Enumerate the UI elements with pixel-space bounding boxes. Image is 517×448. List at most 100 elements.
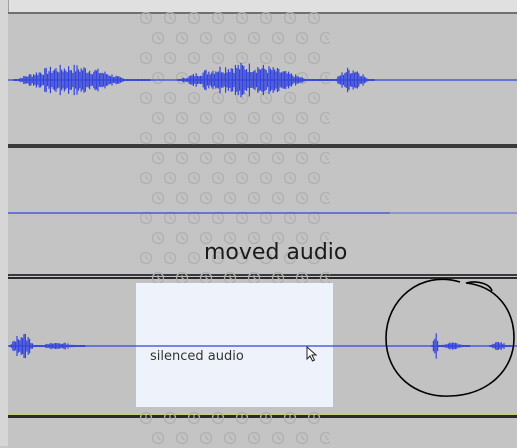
- clock-watermark-icon: [271, 31, 285, 45]
- clock-watermark-icon: [175, 111, 189, 125]
- clock-watermark-icon: [235, 411, 249, 425]
- clock-watermark-icon: [223, 431, 237, 445]
- clock-watermark-icon: [283, 12, 297, 25]
- clock-watermark-icon: [187, 12, 201, 25]
- clock-watermark-icon: [307, 211, 321, 225]
- clock-watermark-icon: [235, 131, 249, 145]
- clock-watermark-icon: [163, 211, 177, 225]
- clock-watermark-icon: [319, 111, 330, 125]
- clock-watermark-icon: [211, 411, 225, 425]
- clock-watermark-icon: [163, 251, 177, 265]
- clock-watermark-icon: [307, 91, 321, 105]
- clock-watermark-icon: [295, 111, 309, 125]
- clock-watermark-icon: [259, 91, 273, 105]
- clock-watermark-icon: [175, 31, 189, 45]
- clock-watermark-icon: [271, 191, 285, 205]
- clock-watermark-icon: [319, 31, 330, 45]
- clock-watermark-icon: [223, 71, 237, 85]
- clock-watermark-icon: [139, 251, 153, 265]
- clock-watermark-icon: [247, 31, 261, 45]
- clock-watermark-icon: [259, 51, 273, 65]
- clock-watermark-icon: [295, 191, 309, 205]
- clock-watermark-icon: [235, 51, 249, 65]
- clock-watermark-icon: [283, 411, 297, 425]
- clock-watermark-icon: [151, 191, 165, 205]
- clock-watermark-icon: [163, 12, 177, 25]
- clock-watermark-icon: [199, 71, 213, 85]
- clock-watermark-icon: [259, 411, 273, 425]
- clock-watermark-icon: [295, 31, 309, 45]
- clock-watermark-icon: [139, 411, 153, 425]
- clock-watermark-icon: [139, 211, 153, 225]
- clock-watermark-icon: [175, 271, 189, 285]
- clock-watermark-icon: [271, 151, 285, 165]
- clock-watermark-icon: [151, 111, 165, 125]
- clock-watermark-icon: [211, 51, 225, 65]
- clock-watermark-icon: [199, 111, 213, 125]
- clock-watermark-icon: [283, 51, 297, 65]
- clock-watermark-icon: [163, 91, 177, 105]
- moved-audio-label: moved audio: [204, 240, 348, 265]
- clock-watermark-icon: [271, 271, 285, 285]
- clock-watermark-icon: [163, 171, 177, 185]
- clock-watermark-icon: [187, 51, 201, 65]
- clock-watermark-icon: [319, 71, 330, 85]
- clock-watermark-icon: [259, 211, 273, 225]
- clock-watermark-icon: [247, 111, 261, 125]
- clock-watermark-icon: [247, 151, 261, 165]
- clock-watermark-icon: [199, 31, 213, 45]
- clock-watermark-icon: [187, 251, 201, 265]
- clock-watermark-icon: [151, 431, 165, 445]
- clock-watermark-icon: [259, 171, 273, 185]
- clock-watermark-icon: [235, 12, 249, 25]
- clock-watermark-icon: [199, 431, 213, 445]
- clock-watermark-icon: [283, 171, 297, 185]
- silenced-audio-label: silenced audio: [150, 349, 244, 364]
- clock-watermark-icon: [319, 191, 330, 205]
- clock-watermark-icon: [163, 131, 177, 145]
- clock-watermark-icon: [223, 271, 237, 285]
- clock-watermark-icon: [175, 71, 189, 85]
- clock-watermark-icon: [271, 71, 285, 85]
- clock-watermark-icon: [259, 12, 273, 25]
- clock-watermark-icon: [139, 12, 153, 25]
- clock-watermark-icon: [307, 12, 321, 25]
- arrow-cursor-icon: [306, 346, 318, 362]
- clock-watermark-icon: [139, 51, 153, 65]
- clock-watermark-icon: [199, 191, 213, 205]
- audio-editor-tracks: moved audio silenced audio: [0, 0, 517, 448]
- clock-watermark-icon: [259, 131, 273, 145]
- clock-watermark-icon: [199, 151, 213, 165]
- clock-watermark-icon: [151, 231, 165, 245]
- clock-watermark-icon: [223, 151, 237, 165]
- clock-watermark-icon: [223, 31, 237, 45]
- clock-watermark-icon: [223, 191, 237, 205]
- clock-watermark-icon: [307, 131, 321, 145]
- clock-watermark-icon: [223, 111, 237, 125]
- clock-watermark-icon: [319, 151, 330, 165]
- clock-watermark-icon: [139, 171, 153, 185]
- clock-watermark-icon: [139, 131, 153, 145]
- clock-watermark-icon: [235, 91, 249, 105]
- silenced-selection-region[interactable]: [136, 283, 333, 407]
- clock-watermark-icon: [187, 91, 201, 105]
- clock-watermark-icon: [211, 91, 225, 105]
- clock-watermark-icon: [247, 71, 261, 85]
- clock-watermark-icon: [175, 191, 189, 205]
- clock-watermark-icon: [199, 271, 213, 285]
- clock-watermark-icon: [247, 271, 261, 285]
- clock-watermark-icon: [271, 111, 285, 125]
- clock-watermark-icon: [247, 191, 261, 205]
- clock-watermark-icon: [319, 431, 330, 445]
- clock-watermark-icon: [271, 431, 285, 445]
- clock-watermark-icon: [247, 431, 261, 445]
- clock-watermark-icon: [283, 91, 297, 105]
- clock-watermark-icon: [163, 411, 177, 425]
- clock-watermark-icon: [163, 51, 177, 65]
- clock-watermark-icon: [151, 151, 165, 165]
- clock-watermark-icon: [295, 271, 309, 285]
- clock-watermark-icon: [175, 151, 189, 165]
- clock-watermark-icon: [235, 211, 249, 225]
- clock-watermark-icon: [151, 31, 165, 45]
- clock-watermark-icon: [139, 91, 153, 105]
